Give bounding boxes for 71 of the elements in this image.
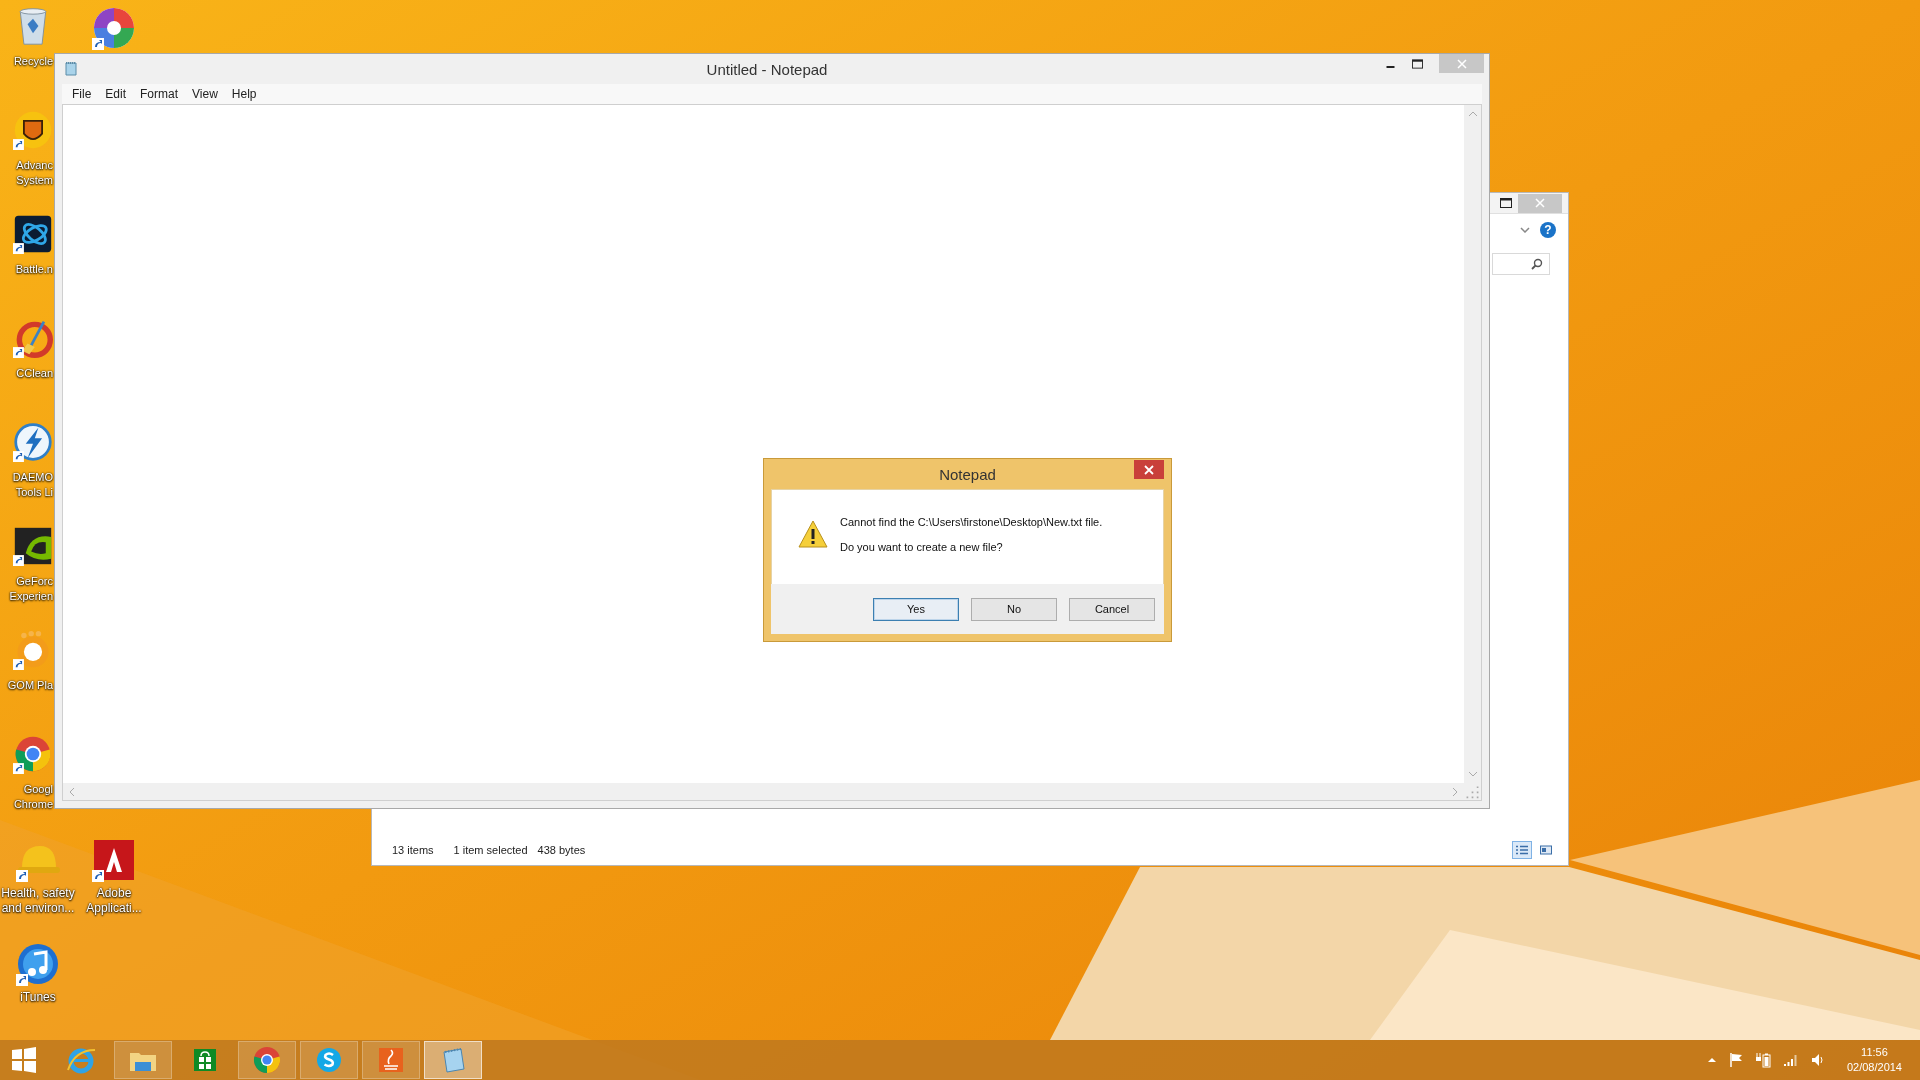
menu-item[interactable]: View [186,87,224,101]
icon-label: DAEMO [12,470,53,485]
chevron-down-icon[interactable] [1520,227,1530,233]
window-title: Untitled - Notepad [705,60,829,78]
no-button[interactable]: No [971,597,1057,621]
adobe-icon[interactable] [92,838,136,882]
icon-label: Adobe [96,886,132,901]
taskbar-button[interactable] [238,1041,296,1079]
taskbar-button[interactable] [300,1041,358,1079]
icon-label: GeForc [16,574,53,589]
warning-icon [798,520,828,548]
icon-label: Advanc [16,158,53,173]
menu-item[interactable]: Edit [99,87,133,101]
dialog-title: Notepad [939,465,996,483]
menu-item[interactable]: Help [225,87,263,101]
icon-label: iTunes [20,990,56,1005]
maximize-icon[interactable] [1412,58,1423,69]
vertical-scrollbar[interactable] [1464,105,1481,783]
icon-label: GOM Pla [7,678,53,693]
menu-item[interactable]: File [66,87,98,101]
status-text: 1 item selected [453,844,528,856]
search-icon [1531,258,1543,270]
maximize-icon[interactable] [1500,198,1512,208]
icon-label: CClean [16,366,53,381]
flag-icon[interactable] [1728,1052,1743,1068]
notepad-icon [63,61,79,77]
eye-logo-icon[interactable] [13,526,53,566]
icon-label: System [16,173,53,188]
scroll-up-icon[interactable] [1467,111,1478,117]
battery-icon[interactable] [1754,1052,1771,1068]
scroll-right-icon[interactable] [1452,786,1458,797]
cancel-button[interactable]: Cancel [1069,597,1155,621]
status-text: 13 items [392,844,434,856]
broom-icon[interactable] [13,318,53,358]
yes-button[interactable]: Yes [873,597,959,621]
signal-icon[interactable] [1782,1053,1799,1067]
message-text: Cannot find the C:\Users\firstone\Desktop\New.txt file. [840,516,1103,528]
icon-label: Battle.n [15,262,53,277]
chrome-icon[interactable] [251,1044,283,1076]
list-icon[interactable] [1516,845,1528,855]
scroll-left-icon[interactable] [69,786,75,797]
close-button[interactable] [1134,460,1164,479]
music-note-icon[interactable] [16,942,60,986]
icon-label: and environ... [1,901,75,916]
taskbar-button[interactable] [114,1041,172,1079]
tile-icon[interactable] [1540,845,1552,855]
shield-icon[interactable] [13,110,53,150]
chrome-icon[interactable] [13,734,53,774]
question-text: Do you want to create a new file? [840,541,1004,553]
close-icon[interactable] [1144,464,1154,475]
horizontal-scrollbar[interactable] [63,783,1464,800]
icon-label: Recycle [13,54,53,69]
status-text: 438 bytes [537,844,586,856]
help-button[interactable]: ? [1540,222,1556,238]
details-view-button[interactable] [1512,841,1532,859]
pinwheel-icon[interactable] [92,6,136,50]
scroll-down-icon[interactable] [1467,771,1478,777]
menu-item[interactable]: Format [134,87,185,101]
icon-label: Tools Li [15,485,53,500]
search-field[interactable] [1492,253,1550,275]
speaker-icon[interactable] [1810,1053,1825,1067]
taskbar-button[interactable] [362,1041,420,1079]
icon-label: Googl [23,782,53,797]
icon-label: Experien [9,589,53,604]
lightning-icon[interactable] [13,422,53,462]
icon-label: Chrome [13,797,53,812]
swirl-logo-icon[interactable] [13,214,53,254]
taskbar-button[interactable] [424,1041,482,1079]
icon-label: Health, safety [1,886,75,901]
chevron-up-icon[interactable] [1706,1057,1717,1063]
icon-label: Applicati... [86,901,142,916]
